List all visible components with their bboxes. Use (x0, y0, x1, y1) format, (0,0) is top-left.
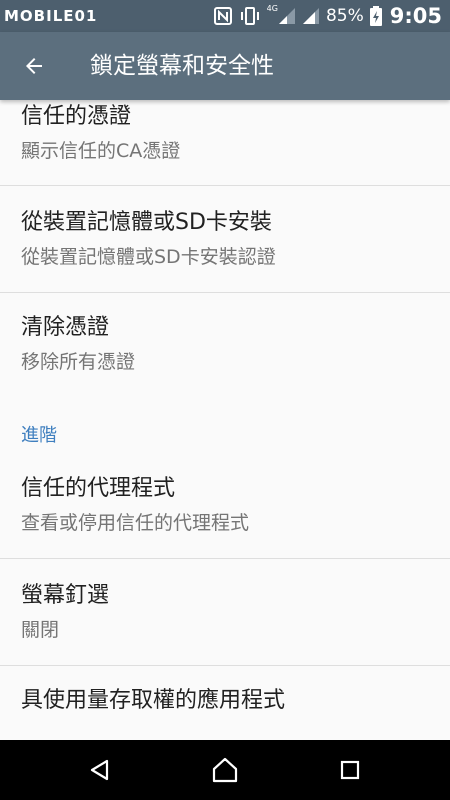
setting-title: 信任的憑證 (21, 104, 132, 129)
setting-install-from-storage[interactable]: 從裝置記憶體或SD卡安裝 從裝置記憶體或SD卡安裝認證 (0, 186, 450, 292)
nav-recents-button[interactable] (310, 740, 390, 800)
clock: 9:05 (389, 4, 442, 28)
nav-home-button[interactable] (185, 740, 265, 800)
signal-icon (278, 7, 296, 25)
watermark-logo: MOBILE01 (4, 7, 98, 25)
setting-title: 具使用量存取權的應用程式 (21, 688, 286, 713)
back-triangle-icon (90, 759, 109, 781)
home-icon (212, 757, 238, 783)
nav-back-button[interactable] (60, 740, 140, 800)
back-button[interactable] (12, 44, 56, 88)
setting-title: 從裝置記憶體或SD卡安裝 (21, 210, 272, 235)
vibrate-icon (239, 6, 261, 26)
network-type-label: 4G (266, 3, 278, 13)
toolbar: 鎖定螢幕和安全性 (0, 32, 450, 100)
setting-summary: 移除所有憑證 (21, 351, 136, 373)
setting-usage-access[interactable]: 具使用量存取權的應用程式 (0, 666, 450, 740)
setting-title: 清除憑證 (21, 315, 110, 340)
signal-icon (302, 7, 320, 25)
setting-title: 螢幕釘選 (21, 583, 110, 608)
section-header-advanced: 進階 (21, 425, 57, 446)
battery-charging-icon (369, 6, 382, 26)
settings-list: 信任的憑證 顯示信任的CA憑證 從裝置記憶體或SD卡安裝 從裝置記憶體或SD卡安… (0, 100, 450, 740)
setting-summary: 顯示信任的CA憑證 (21, 140, 181, 162)
battery-percent: 85% (325, 6, 364, 26)
setting-screen-pinning[interactable]: 螢幕釘選 關閉 (0, 559, 450, 665)
setting-trust-agents[interactable]: 信任的代理程式 查看或停用信任的代理程式 (0, 464, 450, 558)
navigation-bar (0, 740, 450, 800)
setting-trusted-credentials[interactable]: 信任的憑證 顯示信任的CA憑證 (0, 100, 450, 185)
arrow-back-icon (26, 58, 42, 74)
setting-clear-credentials[interactable]: 清除憑證 移除所有憑證 (0, 293, 450, 399)
page-title: 鎖定螢幕和安全性 (90, 53, 274, 79)
status-icons: 4G 85% 9:05 (213, 0, 442, 32)
setting-title: 信任的代理程式 (21, 476, 176, 501)
setting-summary: 從裝置記憶體或SD卡安裝認證 (21, 246, 276, 268)
setting-summary: 查看或停用信任的代理程式 (21, 512, 250, 534)
status-bar: MOBILE01 4G 85% 9:05 (0, 0, 450, 32)
nfc-icon (213, 6, 233, 26)
setting-summary: 關閉 (21, 619, 60, 641)
recents-icon (340, 760, 360, 780)
